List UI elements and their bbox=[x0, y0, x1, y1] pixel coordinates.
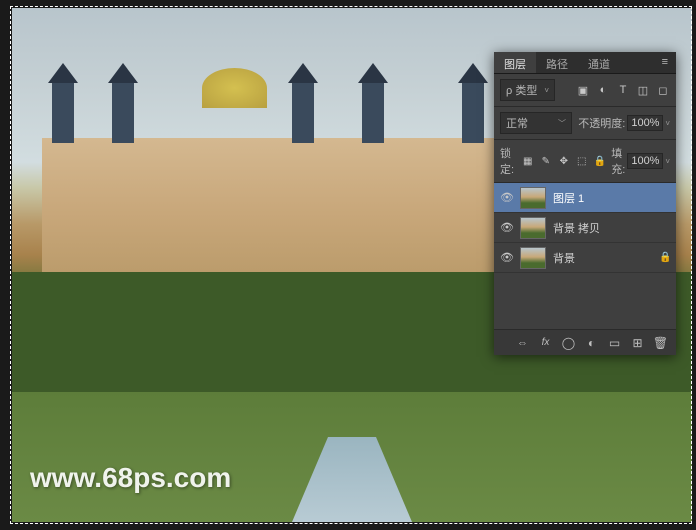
layer-thumbnail[interactable] bbox=[520, 247, 546, 269]
panel-tabs: 图层 路径 通道 ≡ bbox=[494, 52, 676, 74]
lock-all-icon[interactable]: 🔒 bbox=[593, 155, 606, 168]
blend-row: 正常 ﹀ 不透明度: 100% ˅ bbox=[494, 107, 676, 140]
trash-icon[interactable]: 🗑 bbox=[653, 335, 668, 350]
layers-panel: 图层 路径 通道 ≡ ρ 类型 ˅ ▣ ◐ T ◫ ◻ 正常 ﹀ 不透明度: 1… bbox=[494, 52, 676, 355]
chevron-down-icon: ﹀ bbox=[558, 118, 566, 129]
opacity-control: 不透明度: 100% ˅ bbox=[578, 115, 670, 131]
filter-pixel-icon[interactable]: ▣ bbox=[576, 83, 590, 97]
dome bbox=[202, 68, 267, 108]
layer-row[interactable]: 👁 背景 拷贝 bbox=[494, 213, 676, 243]
filter-label: ρ 类型 bbox=[506, 82, 537, 98]
layer-name[interactable]: 背景 拷贝 bbox=[553, 220, 671, 236]
blend-mode-select[interactable]: 正常 ﹀ bbox=[500, 112, 572, 134]
castle-graphic bbox=[42, 138, 512, 288]
filter-smart-icon[interactable]: ◻ bbox=[656, 83, 670, 97]
new-layer-icon[interactable]: ⊞ bbox=[630, 335, 645, 350]
tower bbox=[52, 83, 74, 143]
opacity-label: 不透明度: bbox=[578, 115, 625, 131]
filter-type-select[interactable]: ρ 类型 ˅ bbox=[500, 79, 555, 101]
layers-list: 👁 图层 1 👁 背景 拷贝 👁 背景 🔒 bbox=[494, 183, 676, 329]
layer-name[interactable]: 背景 bbox=[553, 250, 659, 266]
tab-paths[interactable]: 通道 bbox=[578, 52, 620, 73]
filter-adjust-icon[interactable]: ◐ bbox=[596, 83, 610, 97]
lock-artboard-icon[interactable]: ⬚ bbox=[575, 155, 588, 168]
lock-row: 锁定: ▦ ✎ ✥ ⬚ 🔒 填充: 100% ˅ bbox=[494, 140, 676, 183]
layer-name[interactable]: 图层 1 bbox=[553, 190, 671, 206]
panel-menu-icon[interactable]: ≡ bbox=[654, 52, 676, 73]
layer-thumbnail[interactable] bbox=[520, 187, 546, 209]
adjustment-icon[interactable]: ◐ bbox=[584, 335, 599, 350]
visibility-toggle-icon[interactable]: 👁 bbox=[499, 190, 515, 206]
lock-position-icon[interactable]: ✥ bbox=[557, 155, 570, 168]
tower bbox=[462, 83, 484, 143]
fill-control: 填充: 100% ˅ bbox=[611, 145, 670, 177]
lock-icon: 🔒 bbox=[659, 252, 671, 264]
tower bbox=[112, 83, 134, 143]
tower bbox=[292, 83, 314, 143]
layer-row[interactable]: 👁 背景 🔒 bbox=[494, 243, 676, 273]
filter-shape-icon[interactable]: ◫ bbox=[636, 83, 650, 97]
visibility-toggle-icon[interactable]: 👁 bbox=[499, 250, 515, 266]
visibility-toggle-icon[interactable]: 👁 bbox=[499, 220, 515, 236]
watermark: www.68ps.com bbox=[30, 462, 231, 494]
chevron-down-icon[interactable]: ˅ bbox=[665, 119, 670, 128]
tab-layers[interactable]: 图层 bbox=[494, 52, 536, 73]
panel-footer: ⇔ fx ◯ ◐ ▭ ⊞ 🗑 bbox=[494, 329, 676, 355]
chevron-down-icon[interactable]: ˅ bbox=[665, 157, 670, 166]
filter-icons: ▣ ◐ T ◫ ◻ bbox=[576, 83, 670, 97]
chevron-down-icon: ˅ bbox=[544, 86, 549, 95]
layers-empty-area[interactable] bbox=[494, 273, 676, 329]
tab-channels[interactable]: 路径 bbox=[536, 52, 578, 73]
layer-thumbnail[interactable] bbox=[520, 217, 546, 239]
tower bbox=[362, 83, 384, 143]
link-layers-icon[interactable]: ⇔ bbox=[517, 337, 528, 349]
filter-type-row: ρ 类型 ˅ ▣ ◐ T ◫ ◻ bbox=[494, 74, 676, 107]
fill-label: 填充: bbox=[611, 145, 625, 177]
opacity-input[interactable]: 100% bbox=[627, 115, 663, 131]
lock-label: 锁定: bbox=[500, 145, 516, 177]
mask-icon[interactable]: ◯ bbox=[561, 335, 576, 350]
filter-text-icon[interactable]: T bbox=[616, 83, 630, 97]
lock-icons: ▦ ✎ ✥ ⬚ 🔒 bbox=[521, 155, 606, 168]
layer-row[interactable]: 👁 图层 1 bbox=[494, 183, 676, 213]
group-icon[interactable]: ▭ bbox=[607, 335, 622, 350]
blend-mode-value: 正常 bbox=[506, 115, 528, 131]
lock-brush-icon[interactable]: ✎ bbox=[539, 155, 552, 168]
fx-icon[interactable]: fx bbox=[538, 335, 553, 350]
lock-pixels-icon[interactable]: ▦ bbox=[521, 155, 534, 168]
fill-input[interactable]: 100% bbox=[627, 153, 663, 169]
